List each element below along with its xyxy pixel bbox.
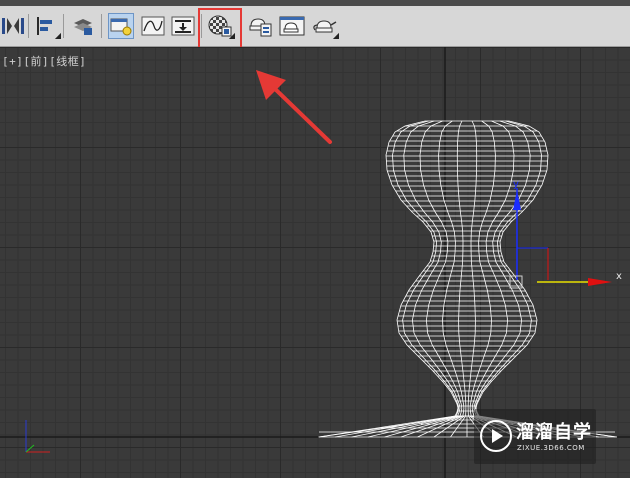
main-toolbar: ◢ ◢ ◢ [0, 0, 630, 58]
viewport-shading-menu[interactable]: [线框] [49, 55, 86, 68]
scene-explorer-button[interactable] [108, 13, 134, 39]
toolbar-separator [28, 14, 29, 38]
mirror-button[interactable] [0, 13, 26, 39]
layer-explorer-icon [74, 19, 92, 35]
render-production-button[interactable]: ◢ [311, 13, 339, 40]
watermark-logo-icon [480, 420, 512, 452]
flyout-indicator-icon: ◢ [54, 31, 61, 40]
layer-explorer-button[interactable] [70, 13, 96, 39]
curve-editor-icon [141, 16, 165, 36]
curve-editor-button[interactable] [140, 13, 166, 39]
watermark-text: 溜溜自学 [516, 422, 592, 443]
render-setup-button[interactable] [247, 13, 273, 39]
scene-explorer-icon [110, 18, 132, 36]
toolbar-separator [101, 14, 102, 38]
schematic-view-icon [171, 16, 195, 36]
viewport-label: [+][前][线框] [2, 53, 86, 69]
align-button[interactable]: ◢ [33, 13, 61, 40]
render-setup-icon [249, 18, 272, 37]
rendered-frame-window-icon [279, 16, 305, 36]
rendered-frame-window-button[interactable] [279, 13, 305, 39]
schematic-view-button[interactable] [170, 13, 196, 39]
viewport-plus-menu[interactable]: [+] [2, 55, 23, 68]
toolbar-separator [63, 14, 64, 38]
toolbar-top-strip [0, 0, 630, 6]
viewport-view-menu[interactable]: [前] [23, 55, 49, 68]
watermark: 溜溜自学 ZIXUE.3D66.COM [474, 409, 596, 464]
mirror-icon [2, 18, 24, 34]
watermark-url: ZIXUE.3D66.COM [517, 444, 585, 452]
flyout-indicator-icon: ◢ [332, 31, 339, 40]
